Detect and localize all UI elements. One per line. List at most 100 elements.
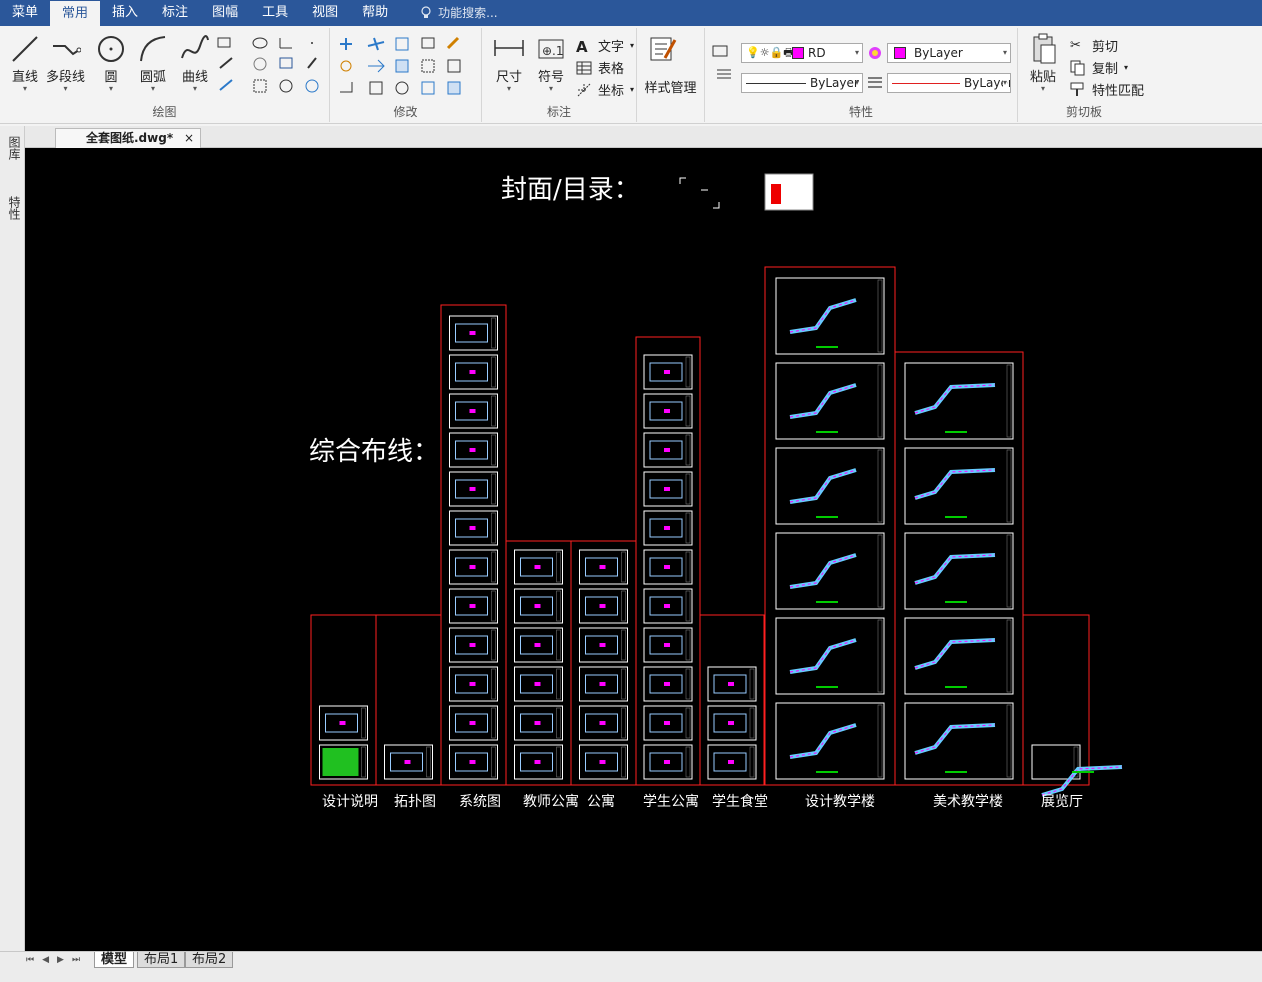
lineweight-icon[interactable]	[867, 76, 883, 90]
properties-panel-tab[interactable]: 特性	[6, 196, 23, 220]
modify-group: 修改	[330, 28, 482, 122]
cabling-mark	[534, 760, 541, 764]
plan-caption-bar	[816, 431, 838, 433]
cabling-mark	[664, 448, 670, 452]
plan-caption-bar	[945, 516, 967, 518]
cover-thumb-marker	[679, 177, 720, 209]
cabling-mark	[469, 604, 476, 608]
cabling-mark	[469, 643, 476, 647]
match-brush-icon	[1070, 82, 1084, 96]
circle-button[interactable]: 圆 ▾	[94, 32, 128, 93]
plan-caption-bar	[816, 686, 838, 688]
cabling-mark	[534, 721, 541, 725]
table-icon	[576, 61, 592, 74]
layer-tools-icon[interactable]	[709, 42, 739, 82]
cabling-mark	[664, 721, 670, 725]
menu-sheet[interactable]: 图幅	[200, 0, 250, 26]
cabling-mark	[599, 760, 606, 764]
arc-button[interactable]: 圆弧 ▾	[136, 32, 170, 93]
lineweight-preview	[892, 83, 960, 84]
cabling-mark	[664, 370, 670, 374]
table-button[interactable]: 表格	[576, 58, 624, 77]
symbol-button[interactable]: ⊕.1 符号 ▾	[534, 32, 568, 93]
linetype-select[interactable]: ByLayer ▾	[741, 73, 863, 93]
plan-caption-bar	[816, 771, 838, 773]
color-wheel-icon[interactable]	[867, 45, 883, 61]
cabling-mark	[469, 721, 476, 725]
layout-nav-arrows[interactable]: ⏮◀▶⏭	[26, 955, 88, 965]
plan-caption-bar	[816, 516, 838, 518]
cabling-mark	[469, 487, 476, 491]
column-label: 系统图	[459, 794, 501, 810]
cabling-mark	[664, 487, 670, 491]
drawing-canvas[interactable]: 封面/目录： 综合布线： 设计说明 拓扑图 系统图 教师公寓 公寓 学生公寓 学生食堂 设计教…	[25, 148, 1262, 951]
cabling-mark	[664, 604, 670, 608]
drawing-sheet	[775, 277, 885, 355]
cabling-mark	[534, 682, 541, 686]
circle-icon	[98, 36, 124, 62]
curve-button[interactable]: 曲线 ▾	[178, 32, 212, 93]
menu-tools[interactable]: 工具	[250, 0, 300, 26]
color-select[interactable]: ByLayer ▾	[887, 43, 1011, 63]
layout-bar: ⏮◀▶⏭ 模型 布局1 布局2	[0, 951, 1262, 982]
cabling-mark	[469, 565, 476, 569]
plan-caption-bar	[945, 601, 967, 603]
dimension-button[interactable]: 尺寸 ▾	[492, 32, 526, 93]
document-tab[interactable]: 全套图纸.dwg* ×	[55, 128, 201, 148]
match-properties-button[interactable]: 特性匹配	[1070, 80, 1144, 99]
cabling-mark	[599, 565, 606, 569]
drawing-sheet	[775, 362, 885, 440]
line-button[interactable]: 直线 ▾	[8, 32, 42, 93]
cabling-mark	[664, 526, 670, 530]
cabling-mark	[534, 643, 541, 647]
cabling-mark	[664, 682, 670, 686]
copy-button[interactable]: 复制 ▾	[1070, 58, 1128, 77]
cabling-mark	[469, 760, 476, 764]
cabling-mark	[404, 760, 411, 764]
paste-button[interactable]: 粘贴 ▾	[1026, 32, 1060, 93]
lineweight-select[interactable]: ByLayer ▾	[887, 73, 1011, 93]
cabling-mark	[469, 526, 476, 530]
cabling-mark	[469, 448, 476, 452]
menu-insert[interactable]: 插入	[100, 0, 150, 26]
drawing-svg: 封面/目录： 综合布线： 设计说明 拓扑图 系统图 教师公寓 公寓 学生公寓 学生食堂 设计教…	[309, 173, 1123, 810]
green-spec-block	[322, 748, 359, 776]
polyline-button[interactable]: 多段线 ▾	[46, 32, 85, 93]
plan-caption-bar	[1072, 771, 1094, 773]
style-manager-button[interactable]	[645, 32, 679, 66]
feature-search[interactable]: 功能搜索...	[420, 0, 498, 26]
column-label: 拓扑图	[394, 794, 436, 810]
draw-group-label: 绘图	[152, 105, 177, 119]
text-button[interactable]: A 文字 ▾	[576, 36, 634, 56]
menu-annotate[interactable]: 标注	[150, 0, 200, 26]
style-brush-icon	[650, 37, 677, 61]
close-icon[interactable]: ×	[184, 129, 194, 147]
cabling-mark	[599, 721, 606, 725]
library-panel-tab[interactable]: 图库	[6, 136, 23, 160]
draw-tools-grid-icon[interactable]	[216, 34, 326, 98]
plan-caption-bar	[945, 686, 967, 688]
arc-label: 圆弧	[139, 70, 166, 85]
plan-caption-bar	[945, 771, 967, 773]
coordinate-button[interactable]: 坐标 ▾	[576, 80, 634, 99]
cabling-mark	[664, 565, 670, 569]
annotation-group-label: 标注	[546, 105, 571, 119]
draw-group: 直线 ▾ 多段线 ▾ 圆 ▾ 圆弧 ▾ 曲线 ▾ 绘图	[0, 28, 330, 122]
menu-help[interactable]: 帮助	[350, 0, 400, 26]
column-label: 展览厅	[1041, 794, 1083, 810]
menu-home[interactable]: 常用	[50, 1, 101, 26]
cut-button[interactable]: ✂ 剪切	[1070, 36, 1118, 56]
menu-view[interactable]: 视图	[300, 0, 350, 26]
layer-select[interactable]: 💡☼🔒🖶 RD ▾	[741, 43, 863, 63]
drawing-sheet	[775, 532, 885, 610]
modify-tools-grid-icon[interactable]	[338, 36, 478, 98]
menu-file[interactable]: 菜单	[0, 0, 50, 26]
line-label: 直线	[11, 70, 38, 85]
tab-model[interactable]: 模型	[94, 952, 135, 968]
annotation-group: 尺寸 ▾ ⊕.1 符号 ▾ A 文字 ▾ 表格 坐标 ▾ 标注	[482, 28, 637, 122]
polyline-label: 多段线	[46, 70, 86, 85]
cabling-mark	[534, 565, 541, 569]
tab-layout1[interactable]: 布局1	[137, 952, 186, 968]
tab-layout2[interactable]: 布局2	[185, 952, 234, 968]
curve-icon	[181, 35, 209, 59]
